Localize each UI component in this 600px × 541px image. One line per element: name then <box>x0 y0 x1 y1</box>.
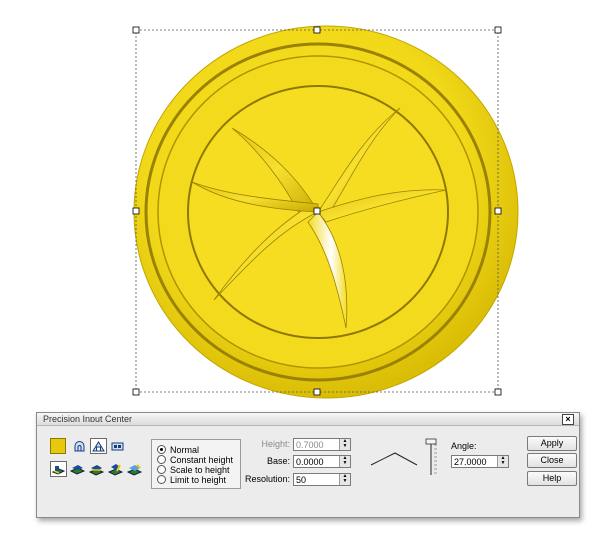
base-label: Base: <box>266 456 290 466</box>
angle-slider[interactable] <box>423 437 439 477</box>
angle-down-icon[interactable]: ▼ <box>498 461 508 466</box>
base-spinner[interactable]: ▲▼ <box>293 455 351 468</box>
radio-normal-dot[interactable] <box>157 445 166 454</box>
precision-input-dialog: Precision Input Center × Normal Constant… <box>36 412 580 518</box>
resolution-down-icon[interactable]: ▼ <box>340 479 350 484</box>
base-spin-arrows[interactable]: ▲ ▼ <box>339 456 350 467</box>
angle-spin-arrows[interactable]: ▲ ▼ <box>497 456 508 467</box>
profile-peak-icon[interactable] <box>90 438 107 454</box>
coin-model[interactable] <box>133 25 519 399</box>
angle-label: Angle: <box>451 441 477 451</box>
angle-input[interactable] <box>452 456 496 467</box>
handle-left[interactable] <box>132 207 140 215</box>
radio-constant-height-label: Constant height <box>170 455 234 465</box>
angle-slider-thumb[interactable] <box>425 438 437 445</box>
height-spin-arrows[interactable]: ▲ ▼ <box>339 439 350 450</box>
radio-scale-to-height-dot[interactable] <box>157 465 166 474</box>
radio-constant-height-dot[interactable] <box>157 455 166 464</box>
apply-button[interactable]: Apply <box>527 436 577 451</box>
height-down-icon[interactable]: ▼ <box>340 444 350 449</box>
handle-top-right[interactable] <box>494 26 502 34</box>
handle-bottom-left[interactable] <box>132 388 140 396</box>
radio-normal-label: Normal <box>170 445 200 455</box>
resolution-input[interactable] <box>294 474 338 485</box>
height-input[interactable] <box>294 439 338 450</box>
profile-flat-icon[interactable] <box>109 438 126 454</box>
profile-preview-icon <box>370 452 418 466</box>
handle-top-left[interactable] <box>132 26 140 34</box>
radio-scale-to-height-label: Scale to height <box>170 465 230 475</box>
handle-bottom-right[interactable] <box>494 388 502 396</box>
design-canvas[interactable] <box>0 0 600 400</box>
profile-round-icon[interactable] <box>71 438 88 454</box>
dialog-title: Precision Input Center <box>43 414 133 422</box>
height-spinner[interactable]: ▲▼ <box>293 438 351 451</box>
shape-tool-4-icon[interactable] <box>107 461 124 477</box>
dialog-close-button[interactable]: × <box>562 414 574 425</box>
close-button[interactable]: Close <box>527 453 577 468</box>
angle-spinner[interactable]: ▲▼ <box>451 455 509 468</box>
handle-center[interactable] <box>313 207 321 215</box>
help-button[interactable]: Help <box>527 471 577 486</box>
height-mode-group: Normal Constant height Scale to height L… <box>151 439 241 489</box>
radio-limit-to-height-dot[interactable] <box>157 475 166 484</box>
base-down-icon[interactable]: ▼ <box>340 461 350 466</box>
height-label: Height: <box>261 439 290 449</box>
shape-tool-3-icon[interactable] <box>88 461 105 477</box>
resolution-label: Resolution: <box>244 474 290 484</box>
base-input[interactable] <box>294 456 338 467</box>
shape-tool-5-icon[interactable] <box>126 461 143 477</box>
shape-tool-1-icon[interactable] <box>50 461 67 477</box>
handle-right[interactable] <box>494 207 502 215</box>
shape-tool-2-icon[interactable] <box>69 461 86 477</box>
dialog-titlebar[interactable]: Precision Input Center × <box>37 413 579 426</box>
handle-top[interactable] <box>313 26 321 34</box>
color-swatch[interactable] <box>50 438 66 454</box>
handle-bottom[interactable] <box>313 388 321 396</box>
radio-limit-to-height[interactable]: Limit to height <box>157 475 226 486</box>
resolution-spin-arrows[interactable]: ▲ ▼ <box>339 474 350 485</box>
radio-limit-to-height-label: Limit to height <box>170 475 227 485</box>
resolution-spinner[interactable]: ▲▼ <box>293 473 351 486</box>
